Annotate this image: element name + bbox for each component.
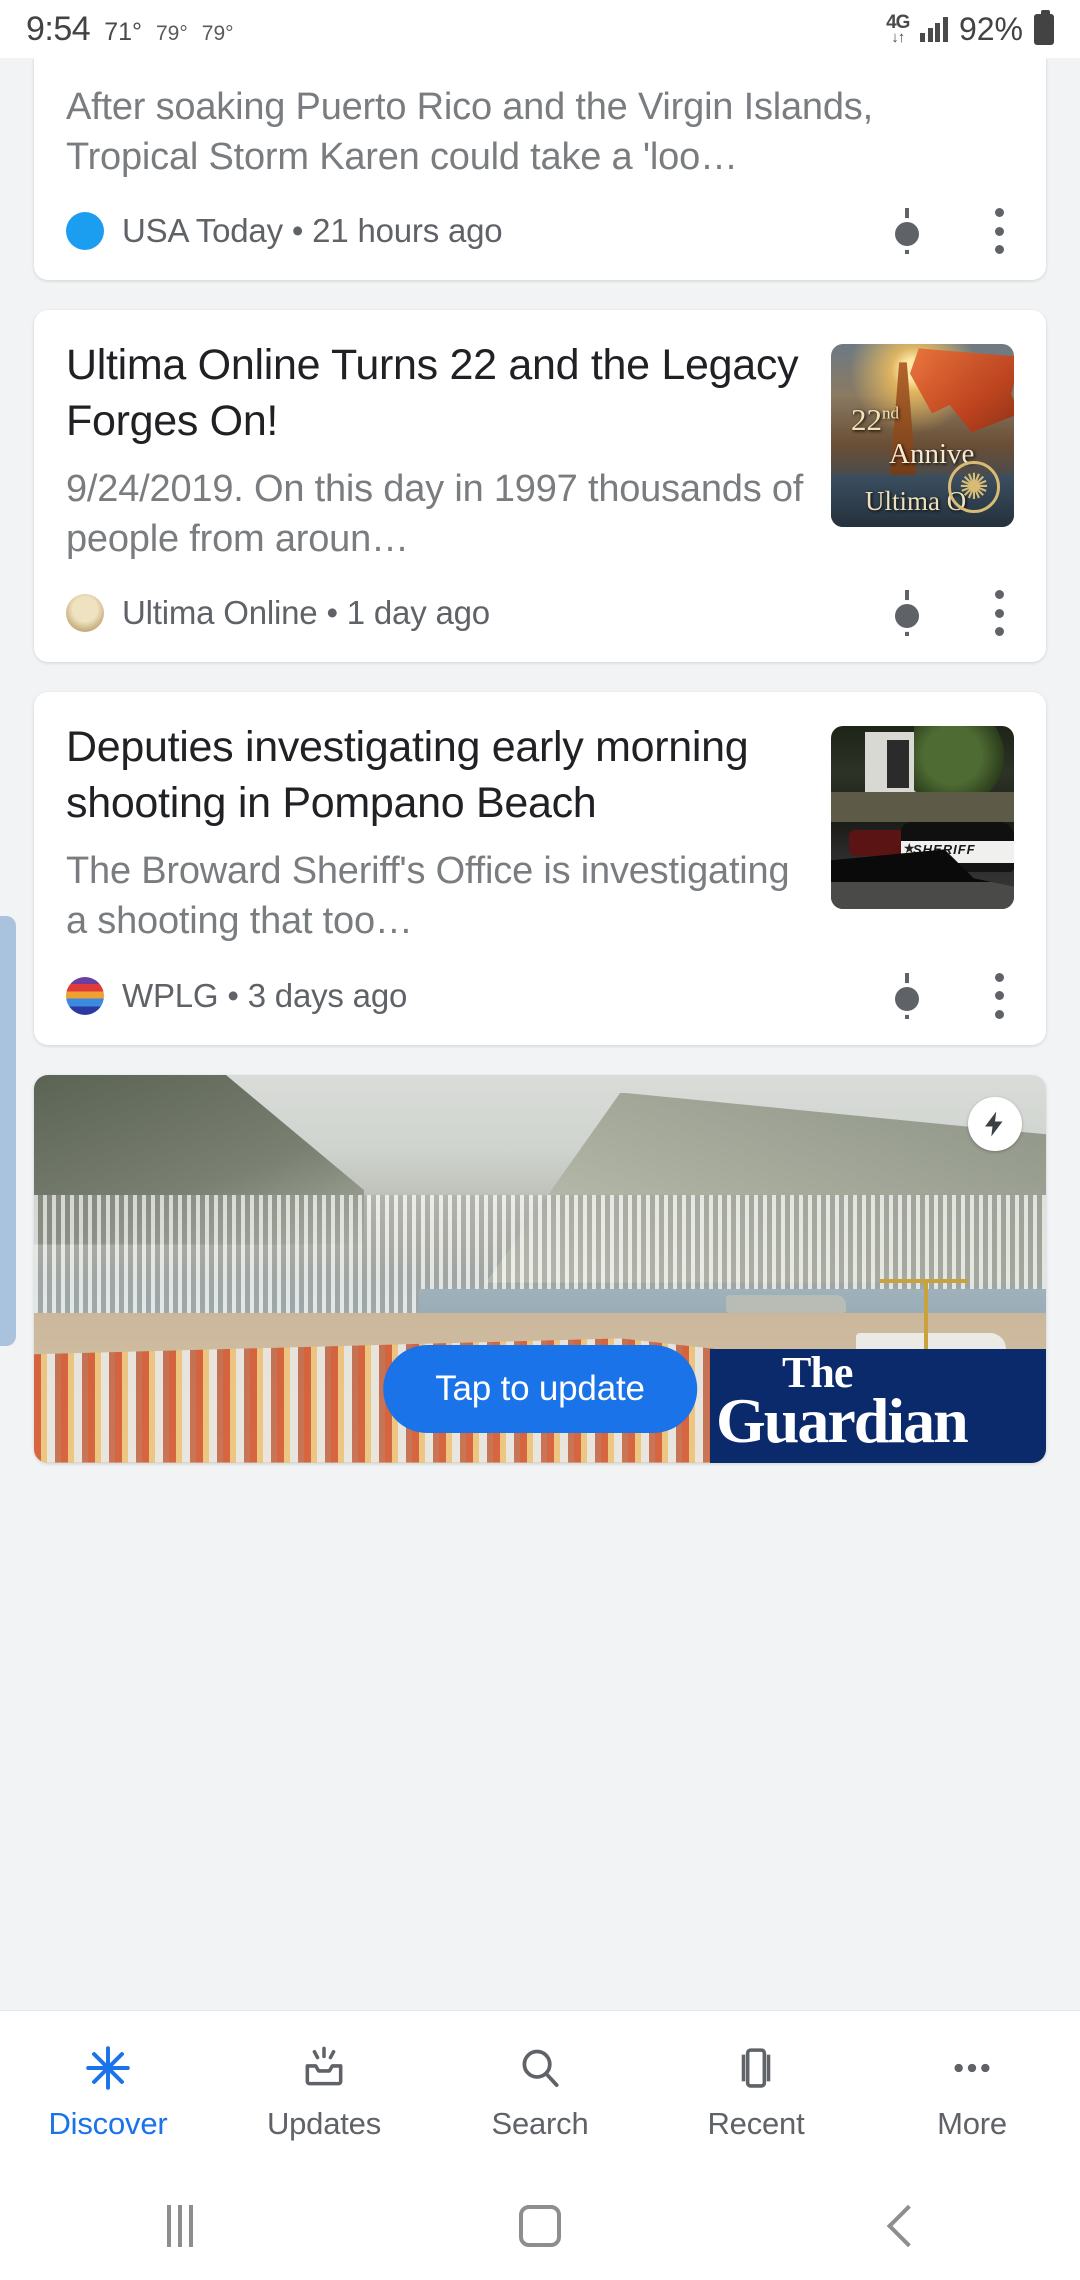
- guardian-brand-logo: The Guardian: [710, 1348, 1046, 1463]
- card-headline: Deputies investigating early morning sho…: [66, 723, 749, 828]
- search-magnifier-icon: [515, 2042, 565, 2094]
- more-dots-icon: [947, 2042, 997, 2094]
- card-footer: USA Today • 21 hours ago: [34, 182, 1046, 280]
- publisher-separator: •: [227, 976, 239, 1014]
- card-snippet: After soaking Puerto Rico and the Virgin…: [66, 86, 873, 179]
- card-body: After soaking Puerto Rico and the Virgin…: [34, 58, 1046, 182]
- card-body: Deputies investigating early morning sho…: [34, 692, 1046, 946]
- small-ship-art: [726, 1294, 846, 1313]
- nav-item-discover[interactable]: Discover: [0, 2042, 216, 2142]
- card-headline: Ultima Online Turns 22 and the Legacy Fo…: [66, 341, 799, 446]
- card-row: Deputies investigating early morning sho…: [66, 720, 1014, 946]
- card-footer: WPLG • 3 days ago: [34, 947, 1046, 1045]
- card-text: After soaking Puerto Rico and the Virgin…: [66, 68, 1014, 182]
- recents-icon: [167, 2205, 193, 2247]
- recent-tabs-icon: [731, 2042, 781, 2094]
- card-publisher-label: WPLG • 3 days ago: [122, 977, 407, 1015]
- card-snippet: The Broward Sheriff's Office is investig…: [66, 850, 790, 943]
- system-recents-button[interactable]: [0, 2205, 360, 2247]
- publisher-time-ago: 3 days ago: [247, 976, 408, 1014]
- nav-label-recent: Recent: [707, 2105, 805, 2141]
- signal-bars-icon: [920, 16, 948, 42]
- wplg-icon: [66, 976, 104, 1015]
- bottom-navigation-bar: Discover Updates Search Recent More: [0, 2010, 1080, 2172]
- nav-item-search[interactable]: Search: [432, 2042, 648, 2142]
- publisher-name: WPLG: [122, 976, 219, 1014]
- card-publisher-label: USA Today • 21 hours ago: [122, 212, 503, 250]
- amp-lightning-bolt-icon: [968, 1096, 1022, 1151]
- card-publisher-label: Ultima Online • 1 day ago: [122, 594, 490, 632]
- publisher-separator: •: [326, 594, 338, 632]
- back-icon: [887, 2205, 913, 2247]
- ultima-online-icon: [66, 594, 104, 633]
- status-bar-left: 9:54 71° 79° 79°: [26, 10, 234, 49]
- feed-card-ultima-online[interactable]: Ultima Online Turns 22 and the Legacy Fo…: [34, 310, 1046, 663]
- card-text: Ultima Online Turns 22 and the Legacy Fo…: [66, 338, 811, 564]
- nav-item-updates[interactable]: Updates: [216, 2042, 432, 2142]
- card-snippet: 9/24/2019. On this day in 1997 thousands…: [66, 468, 804, 561]
- status-bar-right: 4G ↓↑ 92%: [886, 9, 1054, 48]
- crane-art: [880, 1278, 968, 1353]
- card-actions: [892, 972, 1014, 1019]
- door-art: [887, 740, 909, 789]
- battery-icon: [1034, 9, 1054, 45]
- wall-art: [831, 792, 1014, 823]
- system-home-button[interactable]: [360, 2205, 720, 2247]
- status-temp-current: 71°: [104, 17, 142, 46]
- discover-feed[interactable]: After soaking Puerto Rico and the Virgin…: [0, 58, 1080, 2020]
- discover-asterisk-icon: [83, 2042, 133, 2094]
- status-temp-high: 79°: [156, 21, 188, 45]
- card-thumbnail-ultima[interactable]: 22nd Annive Ultima O ✺: [831, 344, 1014, 528]
- status-temp-low: 79°: [201, 21, 234, 45]
- publisher-time-ago: 21 hours ago: [312, 212, 503, 250]
- feed-card-pompano-shooting[interactable]: Deputies investigating early morning sho…: [34, 692, 1046, 1045]
- network-4g-icon: 4G ↓↑: [886, 13, 910, 46]
- card-thumbnail-sheriff[interactable]: ★ SHERIFF: [831, 726, 1014, 910]
- share-icon[interactable]: [892, 972, 922, 1019]
- overflow-menu-icon[interactable]: [994, 590, 1004, 637]
- nav-label-updates: Updates: [266, 2105, 382, 2141]
- share-icon[interactable]: [892, 590, 922, 637]
- guardian-guardian-word: Guardian: [716, 1384, 969, 1456]
- card-text: Deputies investigating early morning sho…: [66, 720, 811, 946]
- card-actions: [892, 590, 1014, 637]
- overflow-menu-icon[interactable]: [994, 972, 1004, 1019]
- nav-label-search: Search: [491, 2105, 589, 2141]
- pentagram-icon: ✺: [948, 461, 1000, 514]
- publisher-separator: •: [291, 212, 304, 250]
- card-actions: [892, 208, 1014, 255]
- card-row: After soaking Puerto Rico and the Virgin…: [66, 68, 1014, 182]
- card-footer: Ultima Online • 1 day ago: [34, 564, 1046, 662]
- red-car-art: [849, 830, 905, 857]
- nav-label-more: More: [937, 2105, 1007, 2141]
- card-row: Ultima Online Turns 22 and the Legacy Fo…: [66, 338, 1014, 564]
- thumb-text-anniversary-number: 22nd: [851, 402, 899, 438]
- system-back-button[interactable]: [720, 2205, 1080, 2247]
- tree-art: [914, 726, 1010, 801]
- tap-to-update-button[interactable]: Tap to update: [383, 1344, 697, 1433]
- status-time: 9:54: [26, 9, 91, 48]
- usa-today-icon: [66, 212, 104, 251]
- nav-item-more[interactable]: More: [864, 2042, 1080, 2142]
- feed-card-tropical-storm[interactable]: After soaking Puerto Rico and the Virgin…: [34, 58, 1046, 281]
- network-arrows-glyph: ↓↑: [891, 29, 905, 46]
- publisher-time-ago: 1 day ago: [346, 594, 490, 632]
- updates-inbox-icon: [299, 2042, 349, 2094]
- share-icon[interactable]: [892, 208, 922, 255]
- publisher-name: Ultima Online: [122, 594, 318, 632]
- android-system-nav: [0, 2172, 1080, 2280]
- publisher-name: USA Today: [122, 212, 283, 250]
- overflow-menu-icon[interactable]: [994, 208, 1004, 255]
- scroll-edge-glow: [0, 916, 16, 1346]
- nav-item-recent[interactable]: Recent: [648, 2042, 864, 2142]
- home-icon: [519, 2205, 561, 2247]
- battery-percent-label: 92%: [958, 10, 1023, 47]
- feed-card-amp-guardian[interactable]: Tap to update The Guardian: [34, 1074, 1046, 1463]
- status-bar: 9:54 71° 79° 79° 4G ↓↑ 92%: [0, 0, 1080, 58]
- nav-label-discover: Discover: [48, 2105, 168, 2141]
- card-body: Ultima Online Turns 22 and the Legacy Fo…: [34, 310, 1046, 564]
